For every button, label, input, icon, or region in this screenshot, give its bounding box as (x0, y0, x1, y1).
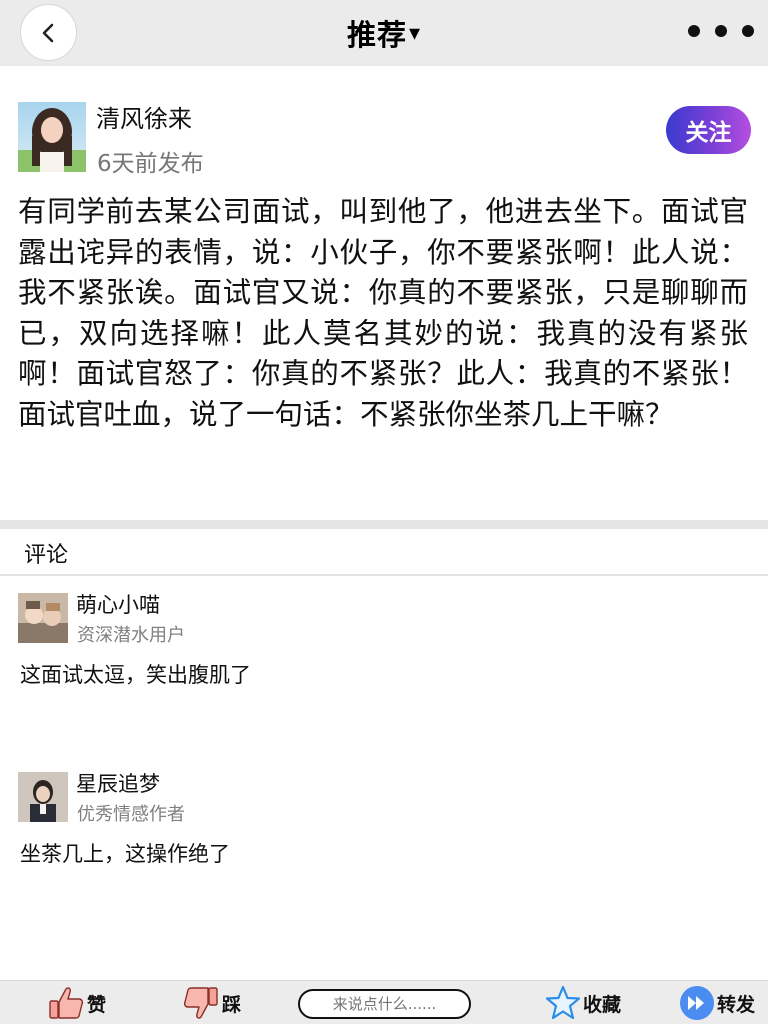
post-time: 6天前发布 (97, 151, 204, 177)
dot-icon (688, 25, 700, 37)
more-options-button[interactable] (688, 16, 754, 46)
dot-icon (715, 25, 727, 37)
feed-selector[interactable]: 推荐 ▾ (0, 0, 768, 66)
comments-divider (0, 574, 768, 576)
commenter-role: 资深潜水用户 (77, 625, 185, 646)
like-button[interactable]: 赞 (47, 981, 106, 1024)
dislike-button[interactable]: 踩 (182, 981, 241, 1024)
follow-button[interactable]: 关注 (666, 106, 751, 154)
commenter-name[interactable]: 萌心小喵 (76, 589, 160, 619)
avatar-portrait-image (18, 772, 68, 822)
commenter-name[interactable]: 星辰追梦 (76, 768, 160, 798)
commenter-role: 优秀情感作者 (77, 804, 185, 825)
comments-heading: 评论 (24, 543, 69, 568)
thumbs-down-icon (183, 987, 218, 1019)
nav-title: 推荐 (346, 18, 407, 52)
section-divider (0, 520, 768, 529)
favorite-label: 收藏 (583, 993, 622, 1016)
author-name[interactable]: 清风徐来 (96, 99, 192, 134)
caret-down-icon: ▾ (408, 20, 422, 46)
chevron-left-icon (42, 23, 53, 42)
commenter-avatar[interactable] (18, 772, 68, 822)
dislike-label: 踩 (222, 993, 242, 1016)
dot-icon (742, 25, 754, 37)
back-button[interactable] (20, 4, 77, 61)
post-detail-page: 推荐 ▾ 清风徐来 6天前发布 关注 有同学前去某公司面试，叫到他了，他进去坐下… (0, 0, 768, 1024)
author-avatar[interactable] (18, 102, 86, 172)
favorite-button[interactable]: 收藏 (545, 981, 621, 1024)
post-content: 有同学前去某公司面试，叫到他了，他进去坐下。面试官露出诧异的表情，说：小伙子，你… (18, 195, 748, 431)
avatar-anime-image (18, 593, 68, 643)
comment-input[interactable] (298, 989, 471, 1019)
comment-text: 坐茶几上，这操作绝了 (20, 842, 230, 866)
fast-forward-icon (680, 986, 714, 1020)
comment-item: 萌心小喵 资深潜水用户 这面试太逗，笑出腹肌了 (18, 593, 748, 703)
like-label: 赞 (87, 993, 107, 1016)
commenter-avatar[interactable] (18, 593, 68, 643)
star-icon (545, 985, 581, 1020)
share-label: 转发 (717, 993, 756, 1016)
comment-text: 这面试太逗，笑出腹肌了 (20, 663, 251, 687)
thumbs-up-icon (49, 987, 84, 1019)
avatar-portrait-image (18, 102, 86, 172)
bottom-action-bar: 赞 踩 收藏 转发 (0, 980, 768, 1024)
comment-item: 星辰追梦 优秀情感作者 坐茶几上，这操作绝了 (18, 772, 748, 882)
top-nav-bar: 推荐 ▾ (0, 0, 768, 66)
share-button[interactable]: 转发 (679, 981, 755, 1024)
